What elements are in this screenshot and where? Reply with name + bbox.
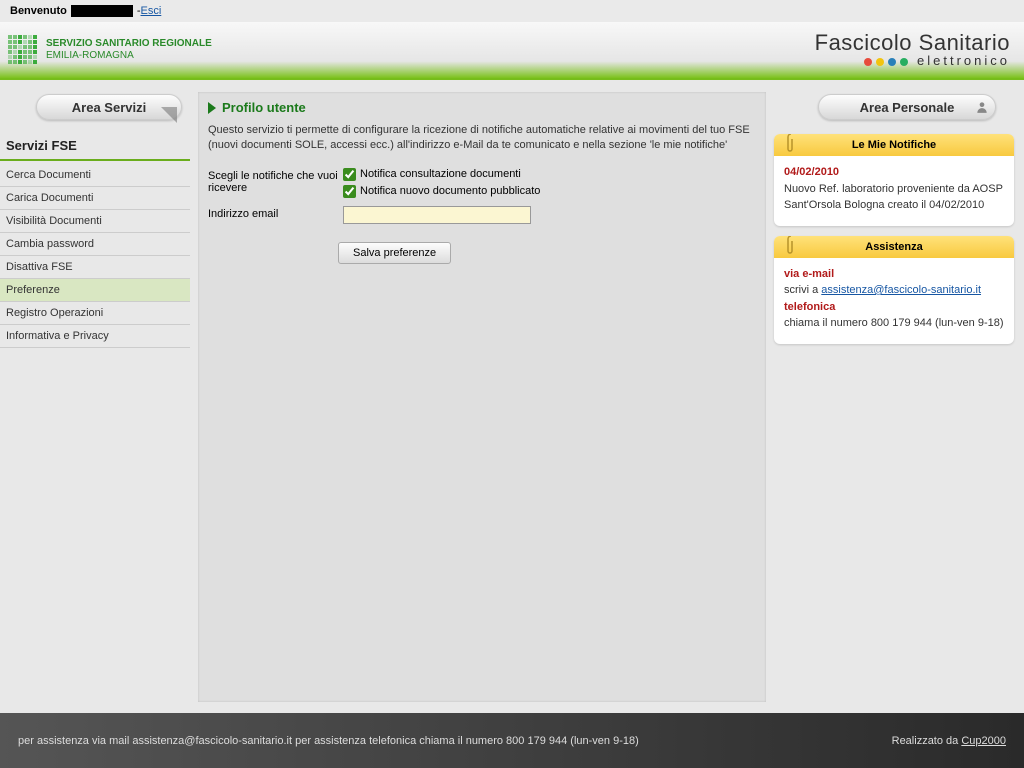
widget-assistenza-title: Assistenza bbox=[865, 241, 922, 253]
widget-assistenza: Assistenza via e-mail scrivi a assistenz… bbox=[774, 236, 1014, 344]
assistenza-telefonica-label: telefonica bbox=[784, 299, 1004, 316]
area-personale-button[interactable]: Area Personale bbox=[818, 94, 996, 120]
save-preferences-button[interactable]: Salva preferenze bbox=[338, 242, 451, 264]
footer-right-prefix: Realizzato da bbox=[892, 735, 962, 747]
area-servizi-label: Area Servizi bbox=[72, 100, 146, 115]
org-line2: EMILIA-ROMAGNA bbox=[46, 50, 212, 62]
widget-notifiche-title: Le Mie Notifiche bbox=[852, 139, 936, 151]
checkbox-nuovo-documento-input[interactable] bbox=[343, 185, 356, 198]
top-bar: Benvenuto - Esci bbox=[0, 0, 1024, 22]
sidebar-item-disattiva-fse[interactable]: Disattiva FSE bbox=[0, 256, 190, 279]
person-icon bbox=[975, 100, 989, 114]
footer-cup2000-link[interactable]: Cup2000 bbox=[961, 735, 1006, 747]
triangle-icon bbox=[208, 102, 216, 114]
paperclip-icon bbox=[786, 134, 796, 156]
email-input[interactable] bbox=[343, 206, 531, 224]
notification-date: 04/02/2010 bbox=[784, 164, 1004, 181]
checkbox-nuovo-documento[interactable]: Notifica nuovo documento pubblicato bbox=[343, 185, 540, 198]
dropdown-corner-icon bbox=[161, 107, 177, 123]
footer-left: per assistenza via mail assistenza@fasci… bbox=[18, 735, 639, 747]
widget-notifiche-header: Le Mie Notifiche bbox=[774, 134, 1014, 156]
checkbox-nuovo-documento-label: Notifica nuovo documento pubblicato bbox=[360, 185, 540, 197]
site-header: SERVIZIO SANITARIO REGIONALE EMILIA-ROMA… bbox=[0, 22, 1024, 80]
sidebar-item-cambia-password[interactable]: Cambia password bbox=[0, 233, 190, 256]
header-right: Fascicolo Sanitario elettronico bbox=[815, 32, 1010, 68]
assistenza-via-email-label: via e-mail bbox=[784, 266, 1004, 283]
org-line1: SERVIZIO SANITARIO REGIONALE bbox=[46, 38, 212, 50]
choose-notifications-label: Scegli le notifiche che vuoi ricevere bbox=[208, 168, 343, 194]
widget-notifiche-body: 04/02/2010 Nuovo Ref. laboratorio proven… bbox=[774, 156, 1014, 226]
assistenza-phone-text: chiama il numero 800 179 944 (lun-ven 9-… bbox=[784, 315, 1004, 332]
header-left: SERVIZIO SANITARIO REGIONALE EMILIA-ROMA… bbox=[8, 35, 212, 65]
page-title-text: Profilo utente bbox=[222, 100, 306, 115]
logout-link[interactable]: Esci bbox=[141, 5, 162, 17]
sidebar-item-registro-operazioni[interactable]: Registro Operazioni bbox=[0, 302, 190, 325]
checkbox-consultazione[interactable]: Notifica consultazione documenti bbox=[343, 168, 540, 181]
sidebar-item-informativa-privacy[interactable]: Informativa e Privacy bbox=[0, 325, 190, 348]
widget-notifiche: Le Mie Notifiche 04/02/2010 Nuovo Ref. l… bbox=[774, 134, 1014, 226]
assistenza-email-link[interactable]: assistenza@fascicolo-sanitario.it bbox=[821, 284, 981, 296]
right-column: Area Personale Le Mie Notifiche 04/02/20… bbox=[774, 90, 1014, 702]
sidebar-item-preferenze[interactable]: Preferenze bbox=[0, 279, 190, 302]
intro-text: Questo servizio ti permette di configura… bbox=[208, 123, 756, 154]
assistenza-email-prefix: scrivi a bbox=[784, 284, 821, 296]
email-label: Indirizzo email bbox=[208, 206, 343, 220]
sidebar-menu: Cerca Documenti Carica Documenti Visibil… bbox=[0, 164, 190, 348]
widget-assistenza-header: Assistenza bbox=[774, 236, 1014, 258]
username-redacted bbox=[71, 5, 133, 17]
area-personale-label: Area Personale bbox=[860, 100, 955, 115]
org-name: SERVIZIO SANITARIO REGIONALE EMILIA-ROMA… bbox=[46, 38, 212, 62]
footer-right: Realizzato da Cup2000 bbox=[892, 735, 1006, 747]
page-title: Profilo utente bbox=[208, 100, 756, 115]
footer: per assistenza via mail assistenza@fasci… bbox=[0, 713, 1024, 768]
brand-subtitle: elettronico bbox=[917, 53, 1010, 68]
left-column: Area Servizi Servizi FSE Cerca Documenti… bbox=[0, 90, 190, 702]
sidebar-section-title: Servizi FSE bbox=[0, 134, 190, 161]
sidebar-item-visibilita-documenti[interactable]: Visibilità Documenti bbox=[0, 210, 190, 233]
main-panel: Profilo utente Questo servizio ti permet… bbox=[198, 92, 766, 702]
welcome-label: Benvenuto bbox=[10, 5, 67, 17]
sidebar-item-carica-documenti[interactable]: Carica Documenti bbox=[0, 187, 190, 210]
paperclip-icon bbox=[786, 236, 796, 258]
brand-title: Fascicolo Sanitario bbox=[815, 32, 1010, 54]
widget-assistenza-body: via e-mail scrivi a assistenza@fascicolo… bbox=[774, 258, 1014, 344]
area-servizi-button[interactable]: Area Servizi bbox=[36, 94, 182, 120]
notification-text: Nuovo Ref. laboratorio proveniente da AO… bbox=[784, 181, 1004, 214]
checkbox-consultazione-label: Notifica consultazione documenti bbox=[360, 168, 521, 180]
checkbox-consultazione-input[interactable] bbox=[343, 168, 356, 181]
brand-dots-icon bbox=[864, 58, 908, 66]
regional-logo-icon bbox=[8, 35, 38, 65]
sidebar-item-cerca-documenti[interactable]: Cerca Documenti bbox=[0, 164, 190, 187]
